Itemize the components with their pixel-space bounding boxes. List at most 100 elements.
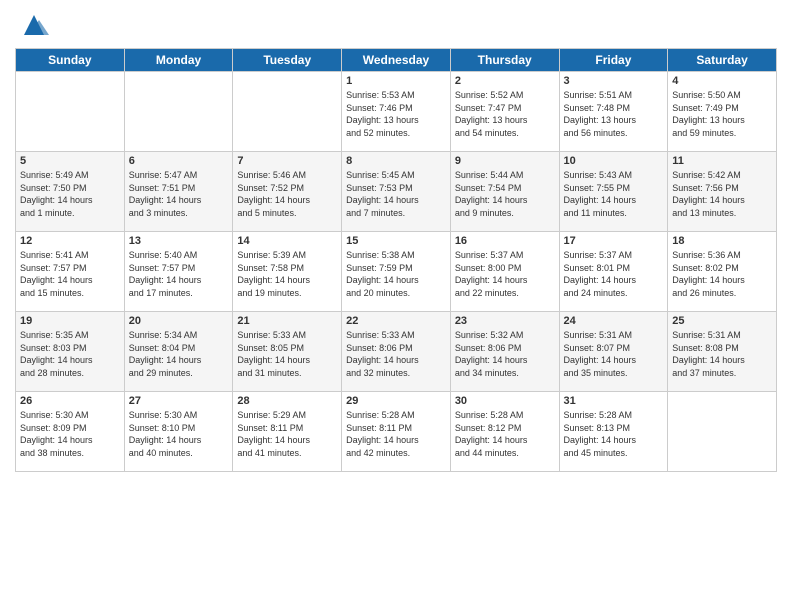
calendar-cell: 6 Sunrise: 5:47 AM Sunset: 7:51 PM Daylig…: [124, 152, 233, 232]
calendar-cell: 13 Sunrise: 5:40 AM Sunset: 7:57 PM Dayli…: [124, 232, 233, 312]
logo: [15, 10, 49, 40]
calendar-week-row: 5 Sunrise: 5:49 AM Sunset: 7:50 PM Daylig…: [16, 152, 777, 232]
day-info: Sunrise: 5:37 AM Sunset: 8:00 PM Dayligh…: [455, 249, 555, 299]
calendar-cell: [668, 392, 777, 472]
day-number: 5: [20, 155, 120, 167]
day-number: 30: [455, 395, 555, 407]
calendar-day-header: Saturday: [668, 49, 777, 72]
day-info: Sunrise: 5:30 AM Sunset: 8:10 PM Dayligh…: [129, 409, 229, 459]
day-info: Sunrise: 5:33 AM Sunset: 8:05 PM Dayligh…: [237, 329, 337, 379]
calendar-cell: 19 Sunrise: 5:35 AM Sunset: 8:03 PM Dayli…: [16, 312, 125, 392]
day-info: Sunrise: 5:37 AM Sunset: 8:01 PM Dayligh…: [564, 249, 664, 299]
calendar-cell: 5 Sunrise: 5:49 AM Sunset: 7:50 PM Daylig…: [16, 152, 125, 232]
day-number: 6: [129, 155, 229, 167]
day-info: Sunrise: 5:34 AM Sunset: 8:04 PM Dayligh…: [129, 329, 229, 379]
calendar-cell: 8Sunrise: 5:45 AM Sunset: 7:53 PM Daylig…: [342, 152, 451, 232]
calendar-cell: 4 Sunrise: 5:50 AM Sunset: 7:49 PM Daylig…: [668, 72, 777, 152]
calendar-day-header: Tuesday: [233, 49, 342, 72]
calendar-cell: 21Sunrise: 5:33 AM Sunset: 8:05 PM Dayli…: [233, 312, 342, 392]
day-number: 23: [455, 315, 555, 327]
day-info: Sunrise: 5:35 AM Sunset: 8:03 PM Dayligh…: [20, 329, 120, 379]
calendar-cell: 27 Sunrise: 5:30 AM Sunset: 8:10 PM Dayli…: [124, 392, 233, 472]
calendar-cell: 31 Sunrise: 5:28 AM Sunset: 8:13 PM Dayli…: [559, 392, 668, 472]
day-info: Sunrise: 5:31 AM Sunset: 8:08 PM Dayligh…: [672, 329, 772, 379]
calendar-day-header: Thursday: [450, 49, 559, 72]
day-info: Sunrise: 5:36 AM Sunset: 8:02 PM Dayligh…: [672, 249, 772, 299]
day-number: 4: [672, 75, 772, 87]
calendar-cell: 7 Sunrise: 5:46 AM Sunset: 7:52 PM Daylig…: [233, 152, 342, 232]
day-number: 2: [455, 75, 555, 87]
calendar-cell: 15 Sunrise: 5:38 AM Sunset: 7:59 PM Dayli…: [342, 232, 451, 312]
calendar-cell: 9Sunrise: 5:44 AM Sunset: 7:54 PM Daylig…: [450, 152, 559, 232]
day-number: 10: [564, 155, 664, 167]
day-info: Sunrise: 5:52 AM Sunset: 7:47 PM Dayligh…: [455, 89, 555, 139]
calendar-cell: 11Sunrise: 5:42 AM Sunset: 7:56 PM Dayli…: [668, 152, 777, 232]
calendar-cell: 24 Sunrise: 5:31 AM Sunset: 8:07 PM Dayli…: [559, 312, 668, 392]
calendar-cell: 22Sunrise: 5:33 AM Sunset: 8:06 PM Dayli…: [342, 312, 451, 392]
day-number: 29: [346, 395, 446, 407]
day-number: 16: [455, 235, 555, 247]
logo-icon: [19, 10, 49, 40]
calendar-cell: 12 Sunrise: 5:41 AM Sunset: 7:57 PM Dayli…: [16, 232, 125, 312]
day-number: 7: [237, 155, 337, 167]
day-info: Sunrise: 5:38 AM Sunset: 7:59 PM Dayligh…: [346, 249, 446, 299]
day-info: Sunrise: 5:29 AM Sunset: 8:11 PM Dayligh…: [237, 409, 337, 459]
calendar-cell: 3Sunrise: 5:51 AM Sunset: 7:48 PM Daylig…: [559, 72, 668, 152]
calendar-cell: [16, 72, 125, 152]
calendar-cell: 2 Sunrise: 5:52 AM Sunset: 7:47 PM Daylig…: [450, 72, 559, 152]
calendar-week-row: 1Sunrise: 5:53 AM Sunset: 7:46 PM Daylig…: [16, 72, 777, 152]
day-number: 28: [237, 395, 337, 407]
day-info: Sunrise: 5:31 AM Sunset: 8:07 PM Dayligh…: [564, 329, 664, 379]
day-info: Sunrise: 5:32 AM Sunset: 8:06 PM Dayligh…: [455, 329, 555, 379]
day-info: Sunrise: 5:46 AM Sunset: 7:52 PM Dayligh…: [237, 169, 337, 219]
day-info: Sunrise: 5:50 AM Sunset: 7:49 PM Dayligh…: [672, 89, 772, 139]
calendar-day-header: Friday: [559, 49, 668, 72]
calendar-week-row: 19 Sunrise: 5:35 AM Sunset: 8:03 PM Dayli…: [16, 312, 777, 392]
calendar-cell: [124, 72, 233, 152]
calendar-cell: 25 Sunrise: 5:31 AM Sunset: 8:08 PM Dayli…: [668, 312, 777, 392]
calendar-cell: 23 Sunrise: 5:32 AM Sunset: 8:06 PM Dayli…: [450, 312, 559, 392]
day-info: Sunrise: 5:47 AM Sunset: 7:51 PM Dayligh…: [129, 169, 229, 219]
day-info: Sunrise: 5:28 AM Sunset: 8:13 PM Dayligh…: [564, 409, 664, 459]
calendar-cell: 17 Sunrise: 5:37 AM Sunset: 8:01 PM Dayli…: [559, 232, 668, 312]
calendar-cell: 10 Sunrise: 5:43 AM Sunset: 7:55 PM Dayli…: [559, 152, 668, 232]
day-number: 18: [672, 235, 772, 247]
header: [15, 10, 777, 40]
day-number: 27: [129, 395, 229, 407]
calendar-day-header: Sunday: [16, 49, 125, 72]
day-info: Sunrise: 5:43 AM Sunset: 7:55 PM Dayligh…: [564, 169, 664, 219]
day-number: 15: [346, 235, 446, 247]
day-number: 22: [346, 315, 446, 327]
calendar-cell: 14 Sunrise: 5:39 AM Sunset: 7:58 PM Dayli…: [233, 232, 342, 312]
day-info: Sunrise: 5:49 AM Sunset: 7:50 PM Dayligh…: [20, 169, 120, 219]
calendar-cell: 18 Sunrise: 5:36 AM Sunset: 8:02 PM Dayli…: [668, 232, 777, 312]
day-info: Sunrise: 5:30 AM Sunset: 8:09 PM Dayligh…: [20, 409, 120, 459]
calendar-header-row: SundayMondayTuesdayWednesdayThursdayFrid…: [16, 49, 777, 72]
calendar-day-header: Wednesday: [342, 49, 451, 72]
calendar-cell: 28 Sunrise: 5:29 AM Sunset: 8:11 PM Dayli…: [233, 392, 342, 472]
day-number: 26: [20, 395, 120, 407]
day-number: 19: [20, 315, 120, 327]
day-number: 12: [20, 235, 120, 247]
day-number: 25: [672, 315, 772, 327]
day-number: 24: [564, 315, 664, 327]
calendar-week-row: 26 Sunrise: 5:30 AM Sunset: 8:09 PM Dayli…: [16, 392, 777, 472]
day-info: Sunrise: 5:42 AM Sunset: 7:56 PM Dayligh…: [672, 169, 772, 219]
calendar-week-row: 12 Sunrise: 5:41 AM Sunset: 7:57 PM Dayli…: [16, 232, 777, 312]
day-info: Sunrise: 5:51 AM Sunset: 7:48 PM Dayligh…: [564, 89, 664, 139]
calendar-cell: [233, 72, 342, 152]
calendar-cell: 1Sunrise: 5:53 AM Sunset: 7:46 PM Daylig…: [342, 72, 451, 152]
calendar-cell: 20Sunrise: 5:34 AM Sunset: 8:04 PM Dayli…: [124, 312, 233, 392]
day-number: 31: [564, 395, 664, 407]
day-number: 13: [129, 235, 229, 247]
day-info: Sunrise: 5:28 AM Sunset: 8:11 PM Dayligh…: [346, 409, 446, 459]
day-number: 14: [237, 235, 337, 247]
day-info: Sunrise: 5:39 AM Sunset: 7:58 PM Dayligh…: [237, 249, 337, 299]
day-number: 17: [564, 235, 664, 247]
day-info: Sunrise: 5:45 AM Sunset: 7:53 PM Dayligh…: [346, 169, 446, 219]
day-info: Sunrise: 5:41 AM Sunset: 7:57 PM Dayligh…: [20, 249, 120, 299]
calendar-cell: 16 Sunrise: 5:37 AM Sunset: 8:00 PM Dayli…: [450, 232, 559, 312]
day-number: 1: [346, 75, 446, 87]
day-info: Sunrise: 5:28 AM Sunset: 8:12 PM Dayligh…: [455, 409, 555, 459]
day-info: Sunrise: 5:40 AM Sunset: 7:57 PM Dayligh…: [129, 249, 229, 299]
